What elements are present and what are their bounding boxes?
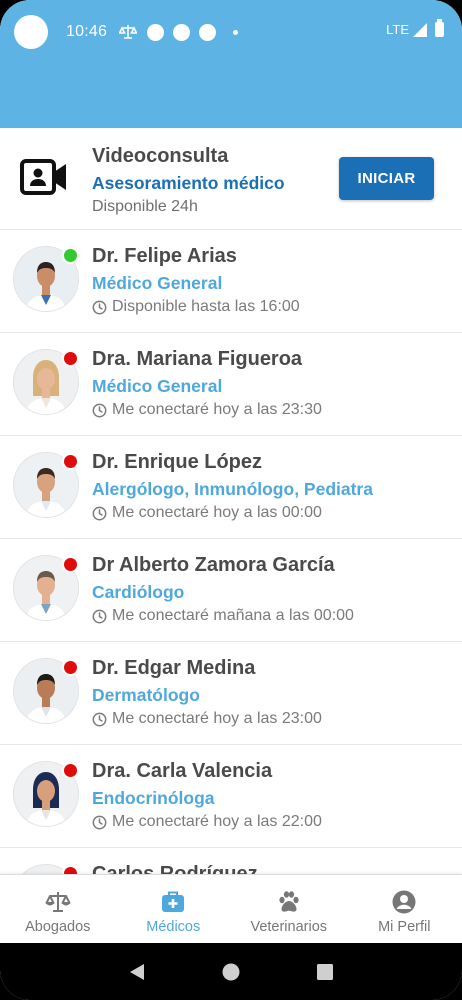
offline-status-dot — [62, 659, 79, 676]
nav-label: Abogados — [25, 919, 91, 935]
offline-status-dot — [62, 865, 79, 874]
more-notifications-icon — [233, 29, 239, 35]
doctor-row[interactable]: Dr Alberto Zamora García Cardiólogo Me c… — [0, 539, 462, 642]
status-indicators: LTE — [386, 19, 444, 37]
doctor-availability: Me conectaré hoy a las 23:30 — [92, 401, 322, 419]
clock-icon — [92, 712, 107, 726]
clock-icon — [92, 300, 107, 314]
scale-icon — [45, 892, 71, 912]
header-bar: 10:46 LTE — [0, 0, 462, 128]
network-label: LTE — [386, 22, 409, 37]
clock-icon — [92, 815, 107, 829]
offline-status-dot — [62, 556, 79, 573]
doctor-specialty: Cardiólogo — [92, 582, 185, 602]
clock-icon — [92, 506, 107, 520]
doctor-name: Dr. Enrique López — [92, 451, 263, 473]
video-consult-subtitle: Asesoramiento médico — [92, 173, 285, 193]
doctor-status-text: Me conectaré mañana a las 00:00 — [112, 607, 354, 624]
system-navigation-bar — [0, 943, 462, 1000]
doctor-name: Dr Alberto Zamora García — [92, 554, 335, 576]
battery-icon — [435, 19, 444, 37]
doctor-row[interactable]: Dr. Edgar Medina Dermatólogo Me conectar… — [0, 642, 462, 745]
doctor-name: Dra. Carla Valencia — [92, 760, 273, 782]
video-call-icon — [20, 159, 66, 195]
doctor-status-text: Disponible hasta las 16:00 — [112, 298, 300, 315]
nav-label: Mi Perfil — [378, 919, 431, 935]
medical-kit-icon — [162, 891, 185, 912]
doctor-specialty: Endocrinóloga — [92, 788, 215, 808]
video-consult-availability: Disponible 24h — [92, 198, 198, 215]
nav-item-medicos[interactable]: Médicos — [116, 875, 232, 943]
doctor-name: Carlos Rodríguez — [92, 863, 258, 874]
doctor-name: Dr. Felipe Arias — [92, 245, 237, 267]
scale-notification-icon — [119, 25, 138, 39]
doctor-row[interactable]: Carlos Rodríguez — [0, 848, 462, 874]
phone-screen: 10:46 LTE Videoconsulta Asesoramiento mé… — [0, 0, 462, 1000]
online-status-dot — [62, 247, 79, 264]
offline-status-dot — [62, 762, 79, 779]
notification-icon — [199, 23, 217, 41]
doctor-specialty: Dermatólogo — [92, 685, 200, 705]
nav-item-veterinarios[interactable]: Veterinarios — [231, 875, 347, 943]
doctor-name: Dra. Mariana Figueroa — [92, 348, 303, 370]
status-bar: 10:46 LTE — [0, 14, 462, 50]
notification-icon — [173, 23, 191, 41]
recents-icon[interactable] — [315, 962, 335, 982]
nav-label: Médicos — [146, 919, 201, 935]
video-consult-title: Videoconsulta — [92, 145, 229, 167]
home-icon[interactable] — [221, 962, 241, 982]
doctor-row[interactable]: Dra. Carla Valencia Endocrinóloga Me con… — [0, 745, 462, 848]
notification-icon — [147, 23, 165, 41]
doctor-name: Dr. Edgar Medina — [92, 657, 256, 679]
doctor-availability: Me conectaré hoy a las 22:00 — [92, 813, 322, 831]
nav-label: Veterinarios — [250, 919, 328, 935]
doctor-availability: Disponible hasta las 16:00 — [92, 298, 300, 316]
doctor-availability: Me conectaré hoy a las 00:00 — [92, 504, 322, 522]
doctor-specialty: Médico General — [92, 376, 223, 396]
offline-status-dot — [62, 350, 79, 367]
back-icon[interactable] — [127, 962, 147, 982]
doctor-row[interactable]: Dr. Felipe Arias Médico General Disponib… — [0, 230, 462, 333]
clock-icon — [92, 403, 107, 417]
profile-icon — [392, 890, 416, 914]
signal-icon — [413, 22, 427, 37]
doctor-row[interactable]: Dra. Mariana Figueroa Médico General Me … — [0, 333, 462, 436]
doctor-rows: Dr. Felipe Arias Médico General Disponib… — [0, 230, 462, 874]
doctor-availability: Me conectaré mañana a las 00:00 — [92, 607, 354, 625]
paw-icon — [279, 891, 299, 912]
video-consult-card: Videoconsulta Asesoramiento médico Dispo… — [0, 128, 462, 230]
doctor-list[interactable]: Videoconsulta Asesoramiento médico Dispo… — [0, 128, 462, 874]
doctor-status-text: Me conectaré hoy a las 22:00 — [112, 813, 322, 830]
start-video-button[interactable]: INICIAR — [339, 157, 434, 200]
doctor-status-text: Me conectaré hoy a las 00:00 — [112, 504, 322, 521]
status-time: 10:46 — [66, 23, 108, 40]
camera-cutout — [14, 15, 48, 49]
doctor-status-text: Me conectaré hoy a las 23:00 — [112, 710, 322, 727]
doctor-status-text: Me conectaré hoy a las 23:30 — [112, 401, 322, 418]
bottom-navigation: Abogados Médicos Veterinarios Mi Perfil — [0, 874, 462, 943]
doctor-specialty: Alergólogo, Inmunólogo, Pediatra — [92, 479, 373, 499]
doctor-availability: Me conectaré hoy a las 23:00 — [92, 710, 322, 728]
doctor-row[interactable]: Dr. Enrique López Alergólogo, Inmunólogo… — [0, 436, 462, 539]
clock-icon — [92, 609, 107, 623]
offline-status-dot — [62, 453, 79, 470]
doctor-specialty: Médico General — [92, 273, 223, 293]
nav-item-mi-perfil[interactable]: Mi Perfil — [347, 875, 462, 943]
nav-item-abogados[interactable]: Abogados — [0, 875, 116, 943]
